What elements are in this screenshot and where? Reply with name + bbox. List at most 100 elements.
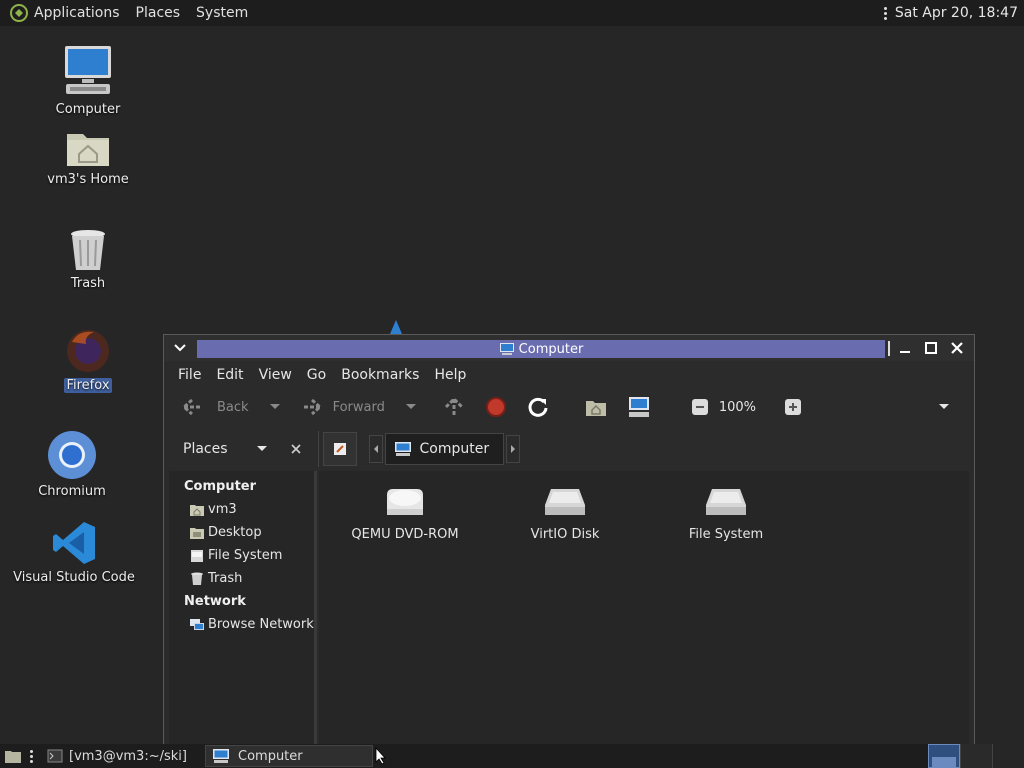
zoom-level[interactable]: 100% <box>719 400 756 415</box>
panel-handle-icon[interactable] <box>30 749 33 763</box>
up-arrow-icon[interactable] <box>443 396 465 418</box>
reload-icon[interactable] <box>527 396 549 418</box>
menu-bookmarks[interactable]: Bookmarks <box>341 367 419 383</box>
network-icon <box>190 618 204 630</box>
menu-view[interactable]: View <box>259 367 292 383</box>
zoom-out-icon[interactable] <box>691 398 709 416</box>
item-file-system[interactable]: File System <box>656 485 796 542</box>
stop-icon[interactable] <box>485 396 507 418</box>
workspace-1[interactable] <box>928 744 960 768</box>
zoom-in-icon[interactable] <box>784 398 802 416</box>
edit-location-button[interactable] <box>322 432 357 466</box>
clock[interactable]: Sat Apr 20, 18:47 <box>895 5 1018 21</box>
desktop-icon-vscode[interactable]: Visual Studio Code <box>13 520 135 585</box>
back-button[interactable]: Back <box>181 397 249 417</box>
window-title-area[interactable]: Computer <box>197 340 885 358</box>
window-titlebar[interactable]: Computer <box>164 335 974 361</box>
desktop-icon-label: Visual Studio Code <box>13 570 135 585</box>
desktop-icon-label: Chromium <box>38 484 106 499</box>
forward-history-dropdown-icon[interactable] <box>405 403 417 411</box>
crumb-scroll-right-button[interactable] <box>506 435 521 463</box>
title-separator <box>888 341 890 356</box>
top-menu: Applications Places System <box>0 4 264 22</box>
icon-view[interactable]: QEMU DVD-ROM VirtIO Disk File System <box>319 471 969 755</box>
task-computer[interactable]: Computer <box>205 745 373 767</box>
item-virtio-disk[interactable]: VirtIO Disk <box>495 485 635 542</box>
forward-label: Forward <box>332 399 385 415</box>
menu-system[interactable]: System <box>196 5 248 21</box>
home-folder-icon <box>67 134 109 166</box>
hard-disk-icon <box>545 489 585 515</box>
maximize-button[interactable] <box>922 339 940 357</box>
trash-icon <box>191 572 203 585</box>
minimize-button[interactable] <box>896 339 914 357</box>
toolbar-overflow-icon[interactable] <box>938 403 950 411</box>
window-controls <box>896 339 966 357</box>
places-item-desktop[interactable]: Desktop <box>169 521 314 544</box>
desktop-icon-computer[interactable]: Computer <box>28 44 148 117</box>
places-item-vm3[interactable]: vm3 <box>169 498 314 521</box>
menu-help[interactable]: Help <box>434 367 466 383</box>
crumb-scroll-left-button[interactable] <box>368 435 383 463</box>
side-pane-selector[interactable]: Places <box>183 441 228 457</box>
crumb-label: Computer <box>419 441 490 457</box>
places-header-computer: Computer <box>184 479 257 494</box>
desktop-icon-label: Firefox <box>64 378 112 393</box>
forward-button[interactable]: Forward <box>299 397 385 417</box>
back-history-dropdown-icon[interactable] <box>269 403 281 411</box>
crumb-computer[interactable]: Computer <box>384 433 505 465</box>
chevron-left-icon <box>373 445 378 453</box>
places-item-browse-network[interactable]: Browse Network <box>169 613 314 636</box>
close-side-pane-icon[interactable] <box>290 443 302 455</box>
desktop-icon-label: Trash <box>70 276 106 291</box>
item-label: VirtIO Disk <box>530 527 600 542</box>
home-folder-icon <box>190 504 204 516</box>
computer-icon[interactable] <box>627 396 651 418</box>
desktop-folder-icon <box>190 527 204 539</box>
maximize-icon <box>925 342 937 354</box>
bottom-panel: [vm3@vm3:~/ski] Computer <box>0 744 1024 768</box>
vscode-icon <box>53 522 95 564</box>
chromium-icon <box>48 431 96 479</box>
desktop-icon-firefox[interactable]: Firefox <box>28 328 148 393</box>
firefox-icon <box>67 330 109 372</box>
places-side-pane: Computer vm3 Desktop File System Trash N… <box>169 471 317 755</box>
menu-file[interactable]: File <box>178 367 201 383</box>
places-item-file-system[interactable]: File System <box>169 544 314 567</box>
minimize-icon <box>900 351 910 353</box>
task-terminal[interactable]: [vm3@vm3:~/ski] <box>41 745 201 767</box>
menu-applications[interactable]: Applications <box>34 5 120 21</box>
menu-go[interactable]: Go <box>307 367 326 383</box>
show-desktop-icon[interactable] <box>4 748 22 764</box>
places-item-trash[interactable]: Trash <box>169 567 314 590</box>
places-item-label: Trash <box>208 571 243 586</box>
top-panel: Applications Places System Sat Apr 20, 1… <box>0 0 1024 26</box>
item-label: File System <box>688 527 764 542</box>
computer-icon <box>499 343 514 355</box>
mate-logo-icon[interactable] <box>10 4 28 22</box>
window-title: Computer <box>518 341 584 357</box>
desktop-icon-home[interactable]: vm3's Home <box>28 128 148 187</box>
close-button[interactable] <box>948 339 966 357</box>
places-item-label: vm3 <box>208 502 237 517</box>
location-bar: Places Computer <box>169 431 969 467</box>
trash-icon <box>71 230 105 270</box>
optical-drive-icon <box>387 489 423 515</box>
panel-handle-icon[interactable] <box>883 6 887 20</box>
drive-icon <box>191 549 203 562</box>
window-menu-chevron-icon[interactable] <box>174 343 186 353</box>
side-pane-dropdown-icon[interactable] <box>256 445 268 453</box>
top-panel-right: Sat Apr 20, 18:47 <box>883 5 1024 21</box>
desktop-icon-trash[interactable]: Trash <box>28 228 148 291</box>
item-qemu-dvd-rom[interactable]: QEMU DVD-ROM <box>335 485 475 542</box>
workspace-2[interactable] <box>960 744 992 768</box>
places-header-network: Network <box>184 594 246 609</box>
pane-divider <box>317 431 319 467</box>
desktop-icon-chromium[interactable]: Chromium <box>12 430 132 499</box>
workspace-3[interactable] <box>992 744 1024 768</box>
window-menubar: File Edit View Go Bookmarks Help <box>169 363 969 387</box>
menu-places[interactable]: Places <box>136 5 181 21</box>
home-icon[interactable] <box>585 397 607 417</box>
window-toolbar: Back Forward 100% <box>169 391 969 423</box>
menu-edit[interactable]: Edit <box>216 367 243 383</box>
